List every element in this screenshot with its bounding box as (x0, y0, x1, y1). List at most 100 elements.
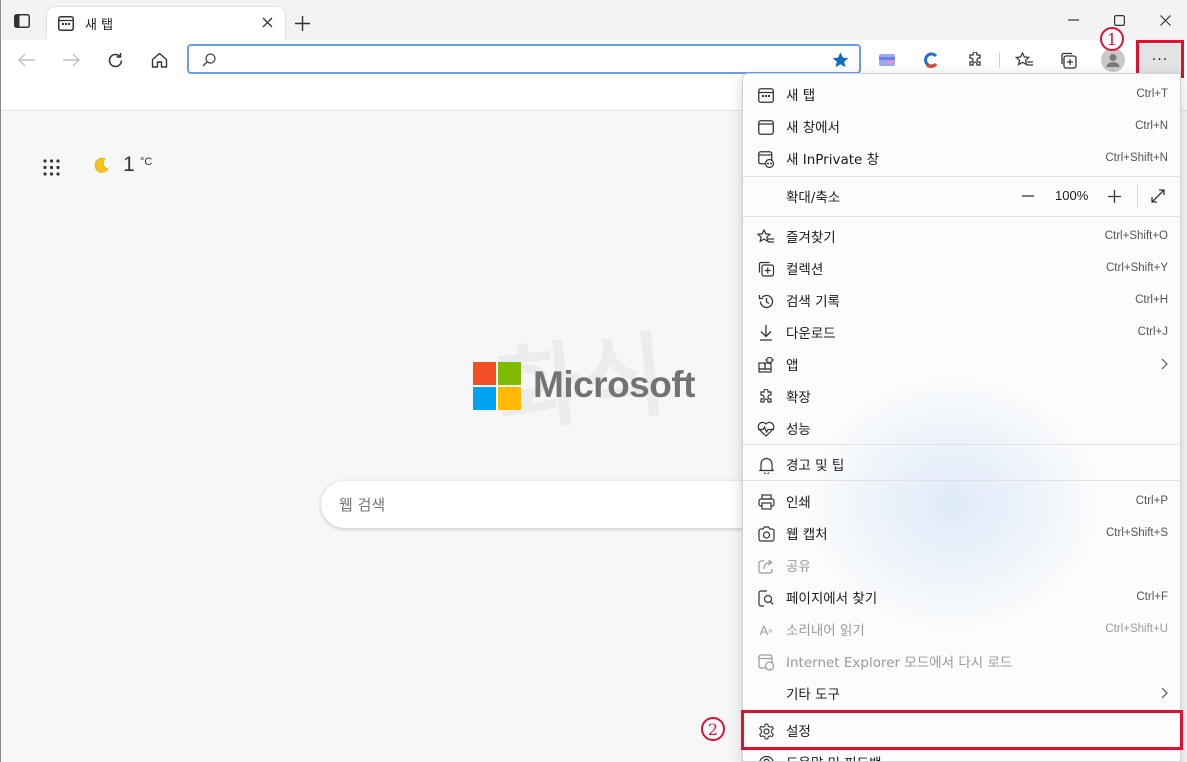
menu-item-label: 새 창에서 (786, 120, 840, 136)
refresh-icon[interactable] (104, 49, 126, 71)
weather-temperature[interactable]: 1 (123, 153, 135, 177)
web-capture-icon (757, 525, 775, 543)
minimize-icon[interactable] (1063, 10, 1083, 30)
menu-item-extensions[interactable]: 확장 (743, 380, 1180, 412)
menu-item-new-inprivate-window[interactable]: 새 InPrivate 창 Ctrl+Shift+N (743, 142, 1180, 174)
forward-icon[interactable] (60, 50, 82, 70)
logo-square-green (498, 362, 521, 385)
menu-item-shortcut: Ctrl+P (1135, 495, 1168, 507)
menu-item-label: 앱 (786, 358, 799, 374)
new-tab-button[interactable] (292, 13, 312, 33)
menu-item-new-tab[interactable]: 새 탭 Ctrl+T (743, 78, 1180, 110)
menu-item-label: 확장 (786, 390, 811, 406)
chevron-right-icon (1161, 687, 1168, 699)
web-search-input[interactable] (339, 494, 739, 516)
menu-item-shortcut: Ctrl+N (1135, 120, 1168, 132)
menu-item-downloads[interactable]: 다운로드 Ctrl+J (743, 316, 1180, 348)
menu-item-label: Internet Explorer 모드에서 다시 로드 (786, 655, 1013, 671)
zoom-out-icon[interactable] (1019, 187, 1037, 205)
menu-item-label: 검색 기록 (786, 294, 840, 310)
tab-title: 새 탭 (85, 18, 114, 33)
search-icon (201, 52, 217, 68)
moon-weather-icon (91, 156, 111, 176)
menu-item-favorites[interactable]: 즐겨찾기 Ctrl+Shift+O (743, 220, 1180, 252)
extensions-toolbar-icon[interactable] (965, 50, 985, 70)
tab-actions-icon[interactable] (13, 13, 31, 29)
history-icon (757, 292, 775, 310)
menu-item-label: 즐겨찾기 (786, 230, 836, 246)
menu-item-label: 다운로드 (786, 326, 836, 342)
fullscreen-icon[interactable] (1149, 187, 1167, 205)
menu-item-label: 기타 도구 (786, 687, 840, 703)
close-window-icon[interactable] (1155, 10, 1175, 30)
menu-item-alerts-and-tips[interactable]: 경고 및 팁 (743, 448, 1180, 480)
chevron-right-icon (1161, 358, 1168, 370)
copilot-c-icon[interactable] (921, 50, 941, 70)
microsoft-wordmark: Microsoft (533, 364, 696, 405)
menu-item-shortcut: Ctrl+Shift+U (1105, 623, 1168, 635)
menu-item-label: 웹 캡처 (786, 527, 828, 543)
microsoft-logo (473, 362, 521, 410)
menu-item-shortcut: Ctrl+H (1135, 294, 1168, 306)
menu-item-shortcut: Ctrl+Shift+O (1104, 230, 1168, 242)
new-tab-icon (58, 16, 74, 31)
print-icon (757, 493, 775, 511)
menu-item-new-window[interactable]: 새 창에서 Ctrl+N (743, 110, 1180, 142)
menu-item-label: 소리내어 읽기 (786, 623, 865, 639)
menu-item-history[interactable]: 검색 기록 Ctrl+H (743, 284, 1180, 316)
menu-separator (743, 480, 1180, 481)
menu-item-read-aloud[interactable]: A» 소리내어 읽기 Ctrl+Shift+U (743, 613, 1180, 645)
profile-avatar[interactable] (1101, 48, 1125, 72)
menu-item-performance[interactable]: 성능 (743, 412, 1180, 444)
menu-item-more-tools[interactable]: 기타 도구 (743, 677, 1180, 709)
menu-separator (743, 176, 1180, 177)
menu-item-ie-mode-reload[interactable]: Internet Explorer 모드에서 다시 로드 (743, 645, 1180, 677)
toolbar-divider (999, 52, 1000, 68)
home-icon[interactable] (148, 49, 170, 71)
title-bar: 새 탭 (1, 0, 1187, 40)
zoom-in-icon[interactable] (1105, 187, 1123, 205)
address-bar[interactable] (187, 44, 861, 74)
menu-item-shortcut: Ctrl+J (1137, 326, 1168, 338)
tab-new-tab[interactable]: 새 탭 (47, 7, 285, 40)
browser-window: 새 탭 ··· 1 °C Microsoft 웹 검색 1 새 탭 Ctrl+T… (0, 0, 1187, 762)
logo-square-yellow (498, 387, 521, 410)
wallet-icon[interactable] (877, 50, 897, 70)
favorite-star-icon[interactable] (831, 51, 849, 69)
logo-square-red (473, 362, 496, 385)
menu-item-print[interactable]: 인쇄 Ctrl+P (743, 485, 1180, 517)
menu-item-collections[interactable]: 컬렉션 Ctrl+Shift+Y (743, 252, 1180, 284)
back-icon[interactable] (16, 50, 38, 70)
menu-item-share[interactable]: 공유 (743, 549, 1180, 581)
menu-item-shortcut: Ctrl+Shift+N (1105, 152, 1168, 164)
menu-separator (743, 444, 1180, 445)
menu-item-shortcut: Ctrl+T (1136, 88, 1168, 100)
app-launcher-icon[interactable] (39, 155, 63, 179)
collections-toolbar-icon[interactable] (1058, 50, 1080, 70)
menu-item-label: 경고 및 팁 (786, 458, 845, 474)
menu-item-label: 공유 (786, 559, 811, 575)
menu-item-label: 인쇄 (786, 495, 811, 511)
menu-item-label: 새 InPrivate 창 (786, 152, 880, 168)
find-icon (757, 589, 775, 607)
settings-and-more-menu: 새 탭 Ctrl+T 새 창에서 Ctrl+N 새 InPrivate 창 Ct… (742, 73, 1181, 762)
menu-item-label: 페이지에서 찾기 (786, 591, 878, 607)
menu-item-shortcut: Ctrl+Shift+Y (1106, 262, 1168, 274)
web-search-box[interactable] (321, 481, 781, 528)
help-icon (757, 754, 775, 761)
menu-item-shortcut: Ctrl+F (1136, 591, 1168, 603)
logo-square-blue (473, 387, 496, 410)
menu-item-label: 도움말 및 피드백 (786, 752, 882, 761)
favorites-toolbar-icon[interactable] (1013, 50, 1035, 70)
zoom-divider (1137, 184, 1138, 208)
menu-item-web-capture[interactable]: 웹 캡처 Ctrl+Shift+S (743, 517, 1180, 549)
highlight-settings-item (741, 710, 1183, 750)
close-tab-icon[interactable] (257, 12, 277, 32)
menu-item-find-on-page[interactable]: 페이지에서 찾기 Ctrl+F (743, 581, 1180, 613)
menu-item-apps[interactable]: 앱 (743, 348, 1180, 380)
read-aloud-icon: A» (759, 622, 773, 638)
menu-item-shortcut: Ctrl+Shift+S (1106, 527, 1168, 539)
performance-icon (757, 420, 775, 438)
address-input[interactable] (225, 49, 815, 69)
menu-item-label: 성능 (786, 422, 811, 438)
